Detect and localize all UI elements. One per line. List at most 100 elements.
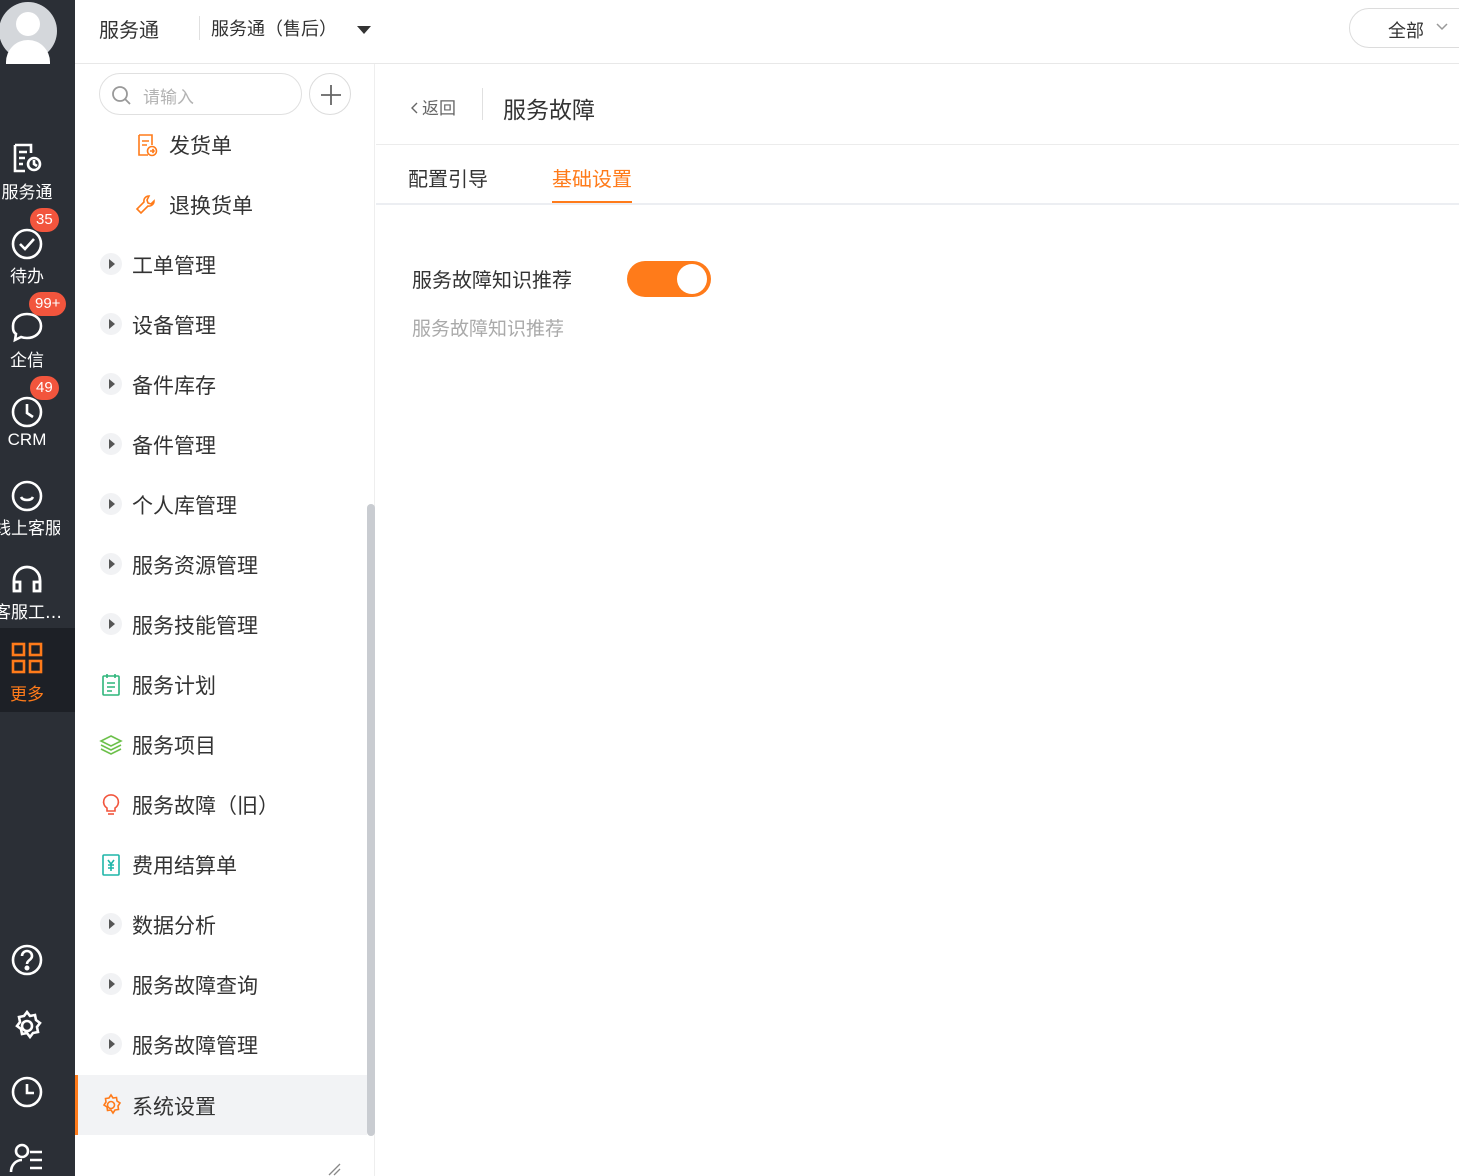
collapse-icon[interactable] <box>325 1160 341 1176</box>
nav-label: 备件库存 <box>132 374 216 398</box>
expand-arrow-icon <box>100 433 122 455</box>
nav-label: 费用结算单 <box>132 854 237 878</box>
nav-label: 个人库管理 <box>132 494 237 518</box>
tab-basic-settings[interactable]: 基础设置 <box>552 163 632 204</box>
expand-arrow-icon <box>100 253 122 275</box>
rail-item-agent-workbench[interactable]: 客服工… <box>0 550 75 634</box>
nav-group-devices[interactable]: 设备管理 <box>75 294 367 354</box>
service-doc-icon <box>13 143 42 173</box>
nav-label: 服务项目 <box>132 734 216 758</box>
nav-item-fee-settlement[interactable]: 费用结算单 <box>75 834 367 894</box>
divider <box>199 16 200 40</box>
nav-label: 退换货单 <box>169 194 253 218</box>
chat-badge: 99+ <box>29 292 67 316</box>
setting-description: 服务故障知识推荐 <box>412 318 565 340</box>
contacts-icon[interactable] <box>9 1140 45 1176</box>
settings-icon[interactable] <box>9 1008 45 1044</box>
rail-item-online-service[interactable]: 线上客服 <box>0 466 75 550</box>
gear-icon <box>102 1093 122 1115</box>
nav-item-service-plan[interactable]: 服务计划 <box>75 654 367 714</box>
toggle-knob <box>677 264 707 294</box>
rail-item-todo[interactable]: 待办 35 <box>0 208 75 298</box>
rail-item-crm[interactable]: CRM 49 <box>0 376 75 466</box>
search-input[interactable]: 请输入 <box>99 73 302 115</box>
chevron-down-icon <box>1436 23 1448 31</box>
back-label: 返回 <box>422 99 456 119</box>
nav-label: 服务故障查询 <box>132 974 258 998</box>
rail-label: 客服工… <box>0 603 60 623</box>
rail-label: 服务通 <box>1 183 53 203</box>
nav-group-fault-management[interactable]: 服务故障管理 <box>75 1014 367 1074</box>
tabs-divider <box>376 203 1459 205</box>
nav-item-service-project[interactable]: 服务项目 <box>75 714 367 774</box>
invoice-icon <box>138 134 158 157</box>
rail-item-more[interactable]: 更多 <box>0 628 75 712</box>
nav-item-returns[interactable]: 退换货单 <box>75 174 367 234</box>
expand-arrow-icon <box>100 313 122 335</box>
add-button[interactable] <box>309 73 351 115</box>
divider <box>482 88 483 120</box>
app-rail: 服务通 待办 35 企信 99+ CRM 49 线上客服 客服工… 更多 <box>0 0 75 1176</box>
nav-label: 工单管理 <box>132 254 216 278</box>
rail-item-chat[interactable]: 企信 99+ <box>0 292 75 382</box>
search-placeholder: 请输入 <box>143 88 194 108</box>
nav-label: 服务资源管理 <box>132 554 258 578</box>
expand-arrow-icon <box>100 973 122 995</box>
nav-label: 服务故障（旧） <box>132 794 279 818</box>
crm-badge: 49 <box>30 376 59 400</box>
knowledge-recommend-toggle[interactable] <box>627 261 711 297</box>
nav-label: 备件管理 <box>132 434 216 458</box>
nav-item-service-fault-old[interactable]: 服务故障（旧） <box>75 774 367 834</box>
nav-group-service-skills[interactable]: 服务技能管理 <box>75 594 367 654</box>
yuan-doc-icon <box>102 854 120 876</box>
plus-icon <box>321 85 341 105</box>
nav-item-shipment[interactable]: 发货单 <box>75 114 367 174</box>
app-title[interactable]: 服务通 <box>99 14 159 43</box>
nav-group-data-analysis[interactable]: 数据分析 <box>75 894 367 954</box>
expand-arrow-icon <box>100 1033 122 1055</box>
nav-label: 服务计划 <box>132 674 216 698</box>
scope-label: 全部 <box>1388 21 1424 42</box>
nav-group-parts-stock[interactable]: 备件库存 <box>75 354 367 414</box>
nav-group-personal-store[interactable]: 个人库管理 <box>75 474 367 534</box>
nav-label: 发货单 <box>169 134 232 158</box>
nav-label: 数据分析 <box>132 914 216 938</box>
rail-label: CRM <box>7 430 47 449</box>
wrench-icon <box>135 195 155 215</box>
rail-label: 线上客服 <box>0 519 60 539</box>
nav-label: 设备管理 <box>132 314 216 338</box>
bulb-icon <box>102 794 120 815</box>
scope-dropdown[interactable]: 全部 <box>1349 8 1459 48</box>
divider <box>376 144 1459 145</box>
sidenav-scrollbar[interactable] <box>367 504 375 1136</box>
back-link[interactable]: 返回 <box>410 94 456 119</box>
rail-label: 企信 <box>10 351 44 371</box>
nav-group-parts[interactable]: 备件管理 <box>75 414 367 474</box>
expand-arrow-icon <box>100 373 122 395</box>
search-icon <box>112 86 131 105</box>
calendar-list-icon <box>102 674 120 696</box>
rail-item-service[interactable]: 服务通 <box>0 130 75 214</box>
layers-icon <box>99 735 123 755</box>
todo-badge: 35 <box>30 208 59 232</box>
setting-label: 服务故障知识推荐 <box>412 268 572 292</box>
caret-down-icon[interactable] <box>357 26 371 34</box>
history-icon[interactable] <box>9 1074 45 1110</box>
nav-group-service-resources[interactable]: 服务资源管理 <box>75 534 367 594</box>
expand-arrow-icon <box>100 553 122 575</box>
grid-more-icon <box>11 642 43 674</box>
tab-config-guide[interactable]: 配置引导 <box>408 163 488 204</box>
expand-arrow-icon <box>100 613 122 635</box>
rail-label: 待办 <box>10 267 44 287</box>
chevron-left-icon <box>411 102 418 114</box>
page-title: 服务故障 <box>503 98 595 124</box>
rail-label: 更多 <box>10 685 44 705</box>
avatar[interactable] <box>0 2 58 88</box>
expand-arrow-icon <box>100 913 122 935</box>
top-bar: 服务通 服务通（售后） 全部 <box>75 0 1459 64</box>
help-icon[interactable] <box>9 942 45 978</box>
app-select[interactable]: 服务通（售后） <box>211 15 337 41</box>
nav-group-work-orders[interactable]: 工单管理 <box>75 234 367 294</box>
nav-item-system-settings[interactable]: 系统设置 <box>75 1075 367 1135</box>
nav-group-fault-query[interactable]: 服务故障查询 <box>75 954 367 1014</box>
